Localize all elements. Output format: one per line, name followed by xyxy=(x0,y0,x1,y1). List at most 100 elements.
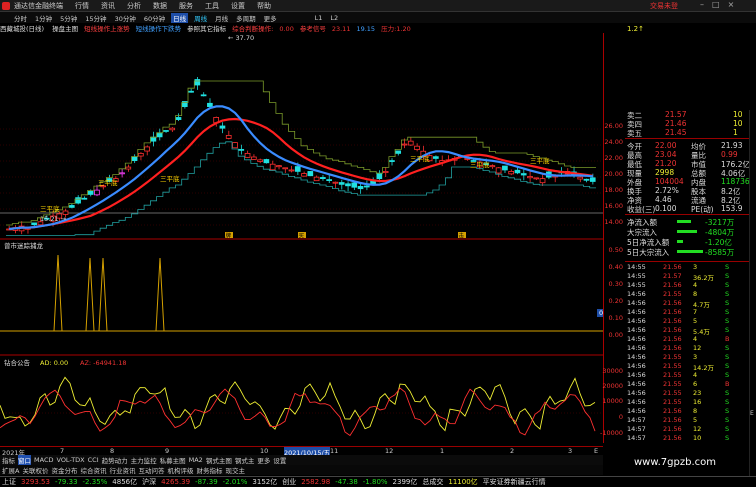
indicator-tab[interactable]: CCI xyxy=(88,456,99,464)
extension-tab[interactable]: 现交主 xyxy=(225,465,245,475)
tick-row: 14:56 21.56 5 S xyxy=(627,317,730,325)
indicator2-az: AZ: -64941.18 xyxy=(80,359,127,367)
candle-body xyxy=(301,173,307,177)
menu-settings[interactable]: 设置 xyxy=(231,1,245,11)
signal-tag-text: 买 xyxy=(299,232,305,240)
candle-body xyxy=(225,135,232,139)
signal-tag-text: 牌 xyxy=(226,232,232,240)
title-bar: 通达信金融终端 行情 资讯 分析 数据 服务 工具 设置 帮助 交易未登 – □… xyxy=(0,0,756,12)
period-tab[interactable]: 更多 xyxy=(262,13,279,23)
candle-body xyxy=(257,159,263,162)
app-title: 通达信金融终端 xyxy=(14,2,63,10)
extension-tabs: 扩展A 关联权价 资金分布 综合资讯 行业资讯 互动问答 机构评级 财务指标 现交主 xyxy=(0,465,603,475)
candle-body xyxy=(294,166,301,172)
extension-tab[interactable]: 行业资讯 xyxy=(109,465,135,475)
extension-tab[interactable]: 关联权价 xyxy=(22,465,48,475)
indicator-tab[interactable]: VOL-TDX xyxy=(56,456,84,464)
period-tab[interactable]: 30分钟 xyxy=(113,13,138,23)
ind1-tick: 0.10 xyxy=(608,314,623,322)
maximize-icon[interactable]: □ xyxy=(712,0,720,9)
candle-body xyxy=(489,165,496,168)
period-tab-daily[interactable]: 日线 xyxy=(171,12,189,23)
extension-tab[interactable]: 财务指标 xyxy=(196,465,222,475)
close-icon[interactable]: × xyxy=(728,0,735,9)
indicator-tab[interactable]: 私募主图 xyxy=(160,455,186,465)
period-tab[interactable]: 5分钟 xyxy=(58,13,79,23)
candle-body xyxy=(81,197,88,200)
indicator-tab[interactable]: 设置 xyxy=(273,455,286,465)
candle-body xyxy=(345,183,351,187)
price-tick: 26.00 xyxy=(604,122,623,130)
indicator-tab[interactable]: 趋势动力 xyxy=(102,455,128,465)
indicator1-spike xyxy=(85,257,95,332)
indicator-tab[interactable]: 钢式主 xyxy=(235,455,255,465)
ind1-tick: 0.30 xyxy=(608,280,623,288)
flow-row: 大宗流入 -4804万 xyxy=(627,228,735,237)
candle-body xyxy=(583,178,590,181)
indicator-tab[interactable]: 指标 xyxy=(2,455,15,465)
menu-analysis[interactable]: 分析 xyxy=(127,1,141,11)
tool-l1[interactable]: L1 xyxy=(313,14,325,22)
menu-tools[interactable]: 工具 xyxy=(205,1,219,11)
tick-row: 14:56 21.56 5.4万 S xyxy=(627,326,730,336)
period-tab[interactable]: 多周期 xyxy=(234,13,258,23)
period-tab[interactable]: 月线 xyxy=(213,13,230,23)
candle-body xyxy=(125,166,132,170)
candle-body xyxy=(188,90,194,93)
price-tick: 14.00 xyxy=(604,218,623,226)
min-price-label: 15.21 → xyxy=(40,215,67,223)
tool-l2[interactable]: L2 xyxy=(328,14,340,22)
period-tab[interactable]: 分时 xyxy=(12,13,29,23)
status-item: -47.38 xyxy=(335,478,358,486)
period-tab[interactable]: 15分钟 xyxy=(83,13,108,23)
period-tab[interactable]: 1分钟 xyxy=(33,13,54,23)
menu-quotes[interactable]: 行情 xyxy=(75,1,89,11)
menu-data[interactable]: 数据 xyxy=(153,1,167,11)
status-item: 4856亿 xyxy=(112,478,138,486)
period-tab[interactable]: 周线 xyxy=(192,13,209,23)
price-axis: 26.00 24.00 22.00 20.00 18.00 16.00 14.0… xyxy=(600,33,625,443)
indicator-tab[interactable]: 窗口 xyxy=(18,455,31,465)
candle-body xyxy=(269,163,276,171)
right-strip: E xyxy=(749,110,756,476)
ind2-tick: 30000 xyxy=(602,367,623,375)
header-item: 参照其它指标 xyxy=(187,25,227,33)
period-tab[interactable]: 60分钟 xyxy=(142,13,167,23)
candle-body xyxy=(219,125,226,129)
app-logo-icon xyxy=(2,2,10,10)
extension-tab[interactable]: 扩展A xyxy=(2,465,19,475)
signal-label: 三平底 xyxy=(40,204,60,213)
price-tick: 18.00 xyxy=(604,186,623,194)
indicator-tab[interactable]: MA2 xyxy=(189,456,203,464)
candle-body xyxy=(200,94,207,97)
stat-row: 最低 21.20 市值 176.2亿 xyxy=(627,159,750,169)
indicator-tab[interactable]: MACD xyxy=(34,456,53,464)
extension-tab[interactable]: 互动问答 xyxy=(138,465,164,475)
indicator-tab[interactable]: 钢式主图 xyxy=(206,455,232,465)
trade-login-link[interactable]: 交易未登 xyxy=(650,1,678,11)
kline-chart[interactable]: 三平底三平底 三平底三平底三平底 三平底牌买击← 37.7015.21 →曾市迷踪捕… xyxy=(0,33,603,446)
candle-body xyxy=(539,178,546,184)
status-item: 3293.53 xyxy=(21,478,50,486)
candle-body xyxy=(131,156,138,161)
tick-row: 14:56 21.55 23 S xyxy=(627,389,730,397)
ind2-tick: 20000 xyxy=(602,382,623,390)
extension-tab[interactable]: 综合资讯 xyxy=(80,465,106,475)
tick-row: 14:57 21.56 12 S xyxy=(627,425,730,433)
right-small-label: 1.2↑ xyxy=(627,25,644,33)
extension-tab[interactable]: 机构评级 xyxy=(167,465,193,475)
ind1-tick: 0.50 xyxy=(608,246,623,254)
candle-body xyxy=(207,102,213,108)
extension-tab[interactable]: 资金分布 xyxy=(51,465,77,475)
minimize-icon[interactable]: – xyxy=(700,0,704,9)
tick-row: 14:56 21.56 4 B xyxy=(627,335,730,343)
menu-service[interactable]: 服务 xyxy=(179,1,193,11)
menu-help[interactable]: 帮助 xyxy=(257,1,271,11)
indicator-tab[interactable]: 更多 xyxy=(257,455,270,465)
status-item: 平安证券新疆云行情 xyxy=(482,478,546,486)
stock-name: 西藏城投(日线) xyxy=(0,25,45,33)
signal-label: 三平底 xyxy=(98,178,118,187)
menu-news[interactable]: 资讯 xyxy=(101,1,115,11)
candle-body xyxy=(288,169,295,172)
indicator-tab[interactable]: 主力监控 xyxy=(131,455,157,465)
